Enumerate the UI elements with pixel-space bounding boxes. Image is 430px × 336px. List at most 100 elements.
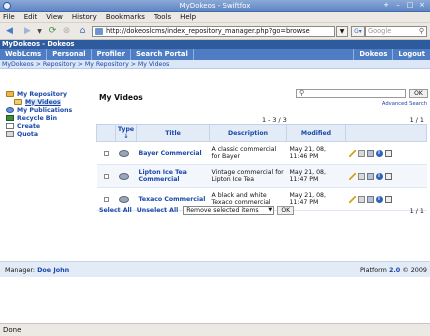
sidebar-item-my-publications[interactable]: My Publications: [6, 106, 91, 114]
menu-file[interactable]: File: [3, 13, 15, 21]
history-dropdown-icon[interactable]: ▼: [34, 26, 45, 37]
col-description[interactable]: Description: [209, 124, 287, 142]
page-title: My Videos: [99, 93, 143, 102]
reload-icon[interactable]: ⟳: [47, 26, 58, 37]
tab-profiler[interactable]: Profiler: [92, 49, 131, 60]
search-ok-button[interactable]: OK: [409, 89, 428, 98]
menu-history[interactable]: History: [72, 13, 97, 21]
video-icon: [118, 195, 129, 203]
search-engine-icon[interactable]: G▾: [351, 26, 365, 37]
window-title: MyDokeos - Swiftfox: [179, 2, 251, 10]
site-header: MyDokeos - Dokeos: [0, 40, 430, 49]
edit-icon[interactable]: [348, 195, 356, 203]
video-description: A classic commercial for Bayer: [211, 146, 277, 160]
col-title[interactable]: Title: [136, 124, 210, 142]
browser-search-input[interactable]: Google ⚲: [365, 26, 427, 37]
video-modified: May 21, 08, 11:46 PM: [289, 146, 326, 160]
favicon-icon: [95, 28, 103, 35]
search-icon[interactable]: ⚲: [419, 27, 424, 36]
window-maximize-button[interactable]: □: [405, 1, 415, 10]
home-icon[interactable]: ⌂: [77, 26, 88, 37]
delete-icon[interactable]: [357, 149, 365, 157]
video-description: A black and white Texaco commercial: [211, 192, 271, 206]
sidebar-item-quota[interactable]: Quota: [6, 130, 91, 138]
stop-icon[interactable]: ⊗: [61, 26, 72, 37]
back-arrow-icon[interactable]: ◀: [4, 26, 15, 37]
bulk-action-select[interactable]: Remove selected items ▼: [183, 206, 275, 215]
delete-icon[interactable]: [357, 195, 365, 203]
unselect-all-link[interactable]: Unselect All: [137, 207, 178, 214]
export-icon[interactable]: [384, 172, 392, 180]
sidebar-item-recycle-bin[interactable]: Recycle Bin: [6, 114, 91, 122]
edit-icon[interactable]: [348, 172, 356, 180]
video-icon: [118, 149, 129, 157]
sidebar-item-create[interactable]: Create: [6, 122, 91, 130]
folder-icon: [6, 91, 14, 97]
info-icon[interactable]: i: [375, 195, 383, 203]
col-actions: [345, 124, 427, 142]
site-nav: WebLcms Personal Profiler Search Portal …: [0, 49, 430, 60]
export-icon[interactable]: [384, 195, 392, 203]
site-footer: Manager: Doe John Platform 2.0 © 2009: [0, 261, 430, 277]
col-type[interactable]: Type ↓: [115, 124, 137, 142]
advanced-search-link[interactable]: Advanced Search: [382, 101, 427, 107]
menu-bookmarks[interactable]: Bookmarks: [106, 13, 145, 21]
url-text: http://dokeoslcms/index_repository_manag…: [106, 27, 310, 35]
table-row: Bayer Commercial A classic commercial fo…: [96, 141, 427, 165]
window-minimize-button[interactable]: –: [393, 1, 403, 10]
manager-name-link[interactable]: Doe John: [37, 266, 69, 274]
video-title-link[interactable]: Bayer Commercial: [137, 150, 210, 157]
tab-dokeos[interactable]: Dokeos: [353, 49, 392, 60]
info-icon[interactable]: i: [375, 172, 383, 180]
search-icon: ⚲: [299, 89, 305, 97]
table-row: Lipton Ice Tea Commercial Vintage commer…: [96, 164, 427, 188]
tab-search-portal[interactable]: Search Portal: [131, 49, 194, 60]
video-title-link[interactable]: Lipton Ice Tea Commercial: [137, 169, 210, 183]
menu-edit[interactable]: Edit: [24, 13, 38, 21]
quota-icon: [6, 131, 14, 137]
export-icon[interactable]: [384, 149, 392, 157]
tab-weblcms[interactable]: WebLcms: [0, 49, 48, 60]
row-checkbox[interactable]: [103, 150, 109, 156]
page-indicator: 1 / 1: [409, 116, 424, 124]
recycle-bin-icon: [6, 115, 14, 121]
video-title-link[interactable]: Texaco Commercial: [137, 196, 210, 203]
move-icon[interactable]: [366, 172, 374, 180]
sort-arrow-icon: ↓: [123, 133, 129, 140]
logout-link[interactable]: Logout: [392, 49, 430, 60]
sidebar-item-my-repository[interactable]: My Repository: [6, 90, 91, 98]
menu-tools[interactable]: Tools: [154, 13, 171, 21]
info-icon[interactable]: i: [375, 149, 383, 157]
tab-personal[interactable]: Personal: [47, 49, 92, 60]
url-input[interactable]: http://dokeoslcms/index_repository_manag…: [92, 26, 335, 37]
status-bar: Done: [0, 323, 430, 336]
edit-icon[interactable]: [348, 149, 356, 157]
move-icon[interactable]: [366, 195, 374, 203]
window-titlebar: MyDokeos - Swiftfox + – □ ×: [0, 0, 430, 12]
videos-table: Type ↓ Title Description Modified Bayer C…: [96, 124, 427, 211]
sidebar-item-my-videos[interactable]: My Videos: [6, 98, 91, 106]
chevron-down-icon: ▼: [268, 207, 273, 213]
delete-icon[interactable]: [357, 172, 365, 180]
menu-view[interactable]: View: [46, 13, 63, 21]
row-checkbox[interactable]: [103, 173, 109, 179]
video-modified: May 21, 08, 11:47 PM: [289, 169, 326, 183]
menu-help[interactable]: Help: [180, 13, 196, 21]
move-icon[interactable]: [366, 149, 374, 157]
bulk-action-ok-button[interactable]: OK: [277, 206, 295, 215]
url-dropdown-button[interactable]: ▼: [336, 26, 348, 37]
breadcrumb[interactable]: MyDokeos > Repository > My Repository > …: [0, 60, 430, 69]
window-add-button[interactable]: +: [381, 1, 391, 10]
col-modified[interactable]: Modified: [286, 124, 346, 142]
select-all-link[interactable]: Select All: [99, 207, 132, 214]
menu-bar: File Edit View History Bookmarks Tools H…: [0, 12, 430, 23]
repository-search-input[interactable]: ⚲: [296, 89, 406, 98]
window-close-button[interactable]: ×: [417, 1, 427, 10]
col-select: [96, 124, 116, 142]
bulk-actions: Select All Unselect All Remove selected …: [99, 206, 295, 215]
page-indicator-bottom: 1 / 1: [409, 207, 424, 215]
forward-arrow-icon[interactable]: ▶: [22, 26, 33, 37]
manager-label: Manager:: [5, 266, 36, 274]
publication-icon: [6, 107, 14, 113]
row-checkbox[interactable]: [103, 196, 109, 202]
